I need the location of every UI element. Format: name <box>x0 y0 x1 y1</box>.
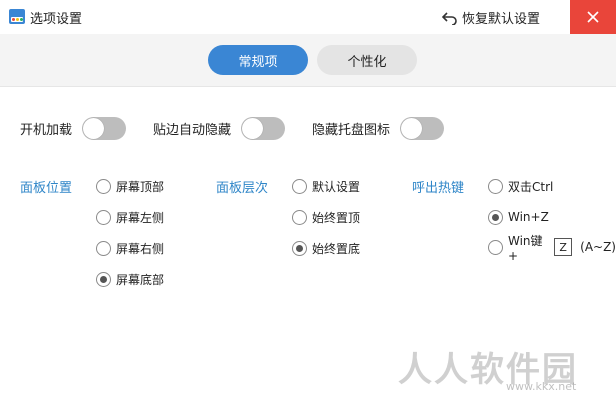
startup-label: 开机加载 <box>20 122 73 138</box>
tab-general[interactable]: 常规项 <box>208 45 308 75</box>
toggle-knob <box>242 117 264 139</box>
autohide-label: 贴边自动隐藏 <box>153 122 232 138</box>
hide-tray-label: 隐藏托盘图标 <box>312 122 391 138</box>
radio-label: 屏幕左侧 <box>116 210 165 225</box>
radio-label: 屏幕底部 <box>116 272 165 287</box>
radio-always-bottom[interactable]: 始终置底 <box>292 239 360 257</box>
radio-label: Win+Z <box>508 210 549 224</box>
radio-layer-default[interactable]: 默认设置 <box>292 177 360 195</box>
autohide-toggle[interactable] <box>241 116 286 140</box>
tab-personalize[interactable]: 个性化 <box>317 45 417 75</box>
radio-label: 始终置底 <box>312 241 361 256</box>
toggle-knob <box>83 117 105 139</box>
panel-position-label: 面板位置 <box>20 181 73 196</box>
restore-defaults-label: 恢复默认设置 <box>462 12 541 27</box>
radio-win-z[interactable]: Win+Z <box>488 208 549 226</box>
hide-tray-toggle-group: 隐藏托盘图标 <box>312 116 445 140</box>
radio-circle <box>96 271 111 287</box>
radio-label: 屏幕顶部 <box>116 179 165 194</box>
panel-layer-label: 面板层次 <box>216 181 269 196</box>
radio-circle <box>292 178 307 194</box>
radio-circle <box>488 178 503 194</box>
hotkey-label: 呼出热键 <box>412 181 465 196</box>
radio-label: 双击Ctrl <box>508 179 554 194</box>
tab-bar: 常规项 个性化 <box>0 34 616 87</box>
radio-label: 始终置顶 <box>312 210 361 225</box>
app-icon <box>9 9 25 24</box>
title-bar: 选项设置 恢复默认设置 <box>0 0 616 34</box>
radio-circle <box>488 239 503 255</box>
startup-toggle-group: 开机加载 <box>20 116 127 140</box>
radio-double-ctrl[interactable]: 双击Ctrl <box>488 177 553 195</box>
radio-screen-right[interactable]: 屏幕右侧 <box>96 239 164 257</box>
hotkey-range-label: (A~Z) <box>580 240 616 254</box>
radio-circle <box>292 209 307 225</box>
radio-win-custom[interactable]: Win键+ Z (A~Z) <box>488 234 616 263</box>
radio-circle <box>96 178 111 194</box>
toggle-knob <box>401 117 423 139</box>
radio-label: Win键+ <box>508 233 543 263</box>
hide-tray-toggle[interactable] <box>400 116 445 140</box>
startup-toggle[interactable] <box>82 116 127 140</box>
autohide-toggle-group: 贴边自动隐藏 <box>153 116 286 140</box>
close-icon <box>587 11 599 23</box>
radio-circle <box>488 209 503 225</box>
radio-circle <box>96 209 111 225</box>
watermark-url: www.kkx.net <box>506 380 577 393</box>
radio-circle <box>96 240 111 256</box>
radio-screen-top[interactable]: 屏幕顶部 <box>96 177 164 195</box>
window-title: 选项设置 <box>30 12 83 27</box>
radio-label: 屏幕右侧 <box>116 241 165 256</box>
close-button[interactable] <box>570 0 616 34</box>
radio-label: 默认设置 <box>312 179 361 194</box>
radio-screen-left[interactable]: 屏幕左侧 <box>96 208 164 226</box>
radio-screen-bottom[interactable]: 屏幕底部 <box>96 270 164 288</box>
radio-circle <box>292 240 307 256</box>
toggle-row: 开机加载 贴边自动隐藏 隐藏托盘图标 <box>0 116 616 140</box>
watermark: 人人软件园 www.kkx.net <box>398 340 610 394</box>
radio-always-top[interactable]: 始终置顶 <box>292 208 360 226</box>
undo-icon <box>442 11 457 25</box>
restore-defaults-button[interactable]: 恢复默认设置 <box>442 8 540 27</box>
hotkey-key-input[interactable]: Z <box>554 238 573 256</box>
